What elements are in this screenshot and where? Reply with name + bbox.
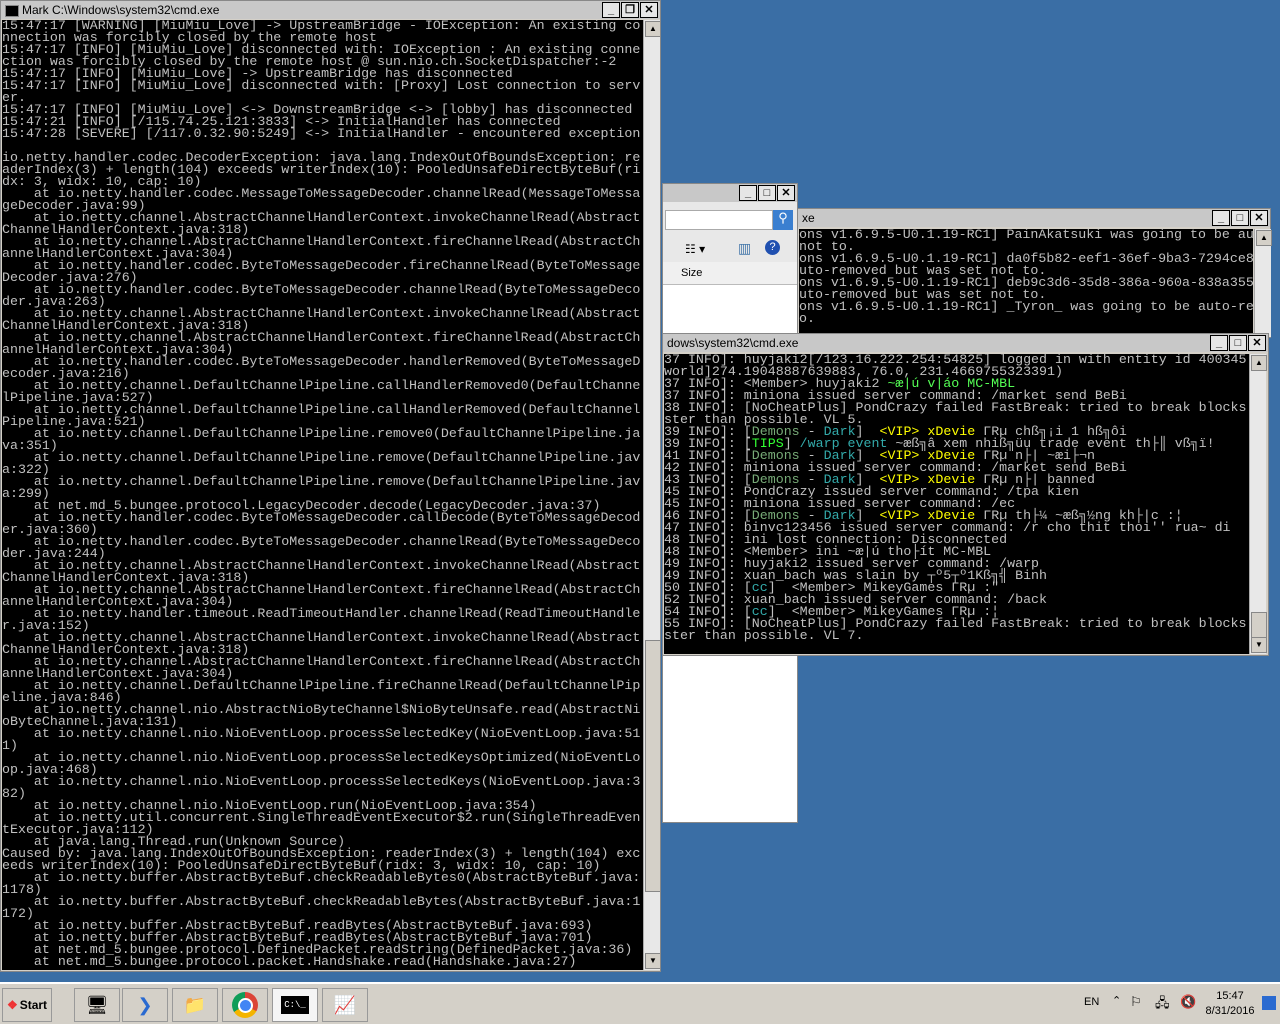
start-button[interactable]: ❖ Start <box>2 988 52 1022</box>
network-icon[interactable]: 🖧 <box>1155 994 1170 1016</box>
console-line: 15:47:17 [INFO] [MiuMiu_Love] disconnect… <box>2 78 641 93</box>
clock-date: 8/31/2016 <box>1205 1005 1255 1017</box>
cmd-window-a[interactable]: xe _ □ ✕ ons v1.6.9.5-U0.1.19-RC1] PainAkat… <box>797 208 1272 338</box>
cmd-icon <box>5 4 19 17</box>
console-line: at io.netty.channel.DefaultChannelPipeli… <box>2 426 641 441</box>
powershell-icon[interactable]: ❯ <box>122 988 168 1022</box>
main-title-bar[interactable]: Mark C:\Windows\system32\cmd.exe _ ❐ ✕ <box>1 1 660 19</box>
minimize-button[interactable]: _ <box>739 185 757 201</box>
console-line: ons v1.6.9.5-U0.1.19-RC1] PainAkatsuki w… <box>799 229 1253 242</box>
console-line: at io.netty.channel.DefaultChannelPipeli… <box>2 474 641 489</box>
scroll-thumb[interactable] <box>1251 612 1267 638</box>
chrome-icon[interactable] <box>222 988 268 1022</box>
scroll-up-button[interactable]: ▲ <box>1256 230 1272 246</box>
close-button[interactable]: ✕ <box>1250 210 1268 226</box>
maximize-button[interactable]: □ <box>758 185 776 201</box>
search-icon[interactable]: ⚲ <box>773 210 793 230</box>
scroll-thumb[interactable] <box>645 640 661 892</box>
help-icon[interactable]: ? <box>765 240 780 255</box>
console-output[interactable]: ons v1.6.9.5-U0.1.19-RC1] PainAkatsuki w… <box>799 229 1253 337</box>
minimize-button[interactable]: _ <box>602 2 620 18</box>
console-line: at io.netty.channel.nio.NioEventLoop.pro… <box>2 726 641 741</box>
preview-pane-icon[interactable]: ▥ <box>738 240 751 257</box>
minimize-button[interactable]: _ <box>1210 335 1228 351</box>
console-line: at io.netty.channel.DefaultChannelPipeli… <box>2 450 641 465</box>
vertical-scrollbar[interactable]: ▲ <box>1254 229 1272 337</box>
console-line: at io.netty.channel.nio.NioEventLoop.pro… <box>2 774 641 789</box>
close-button[interactable]: ✕ <box>640 2 658 18</box>
scroll-up-button[interactable]: ▲ <box>1251 355 1267 371</box>
server-manager-icon[interactable]: 🖥 <box>74 988 120 1022</box>
console-line: 15:47:28 [SEVERE] [/117.0.32.90:5249] <-… <box>2 126 641 141</box>
window-b-title-bar[interactable]: dows\system32\cmd.exe _ □ ✕ <box>663 334 1268 352</box>
windows-logo-icon: ❖ <box>6 998 18 1012</box>
view-options-icon[interactable]: ☷ ▾ <box>685 242 705 256</box>
console-line: at io.netty.handler.timeout.ReadTimeoutH… <box>2 606 641 621</box>
cmd-window-b[interactable]: dows\system32\cmd.exe _ □ ✕ 37 INFO]: huyja… <box>662 333 1269 656</box>
main-cmd-window[interactable]: Mark C:\Windows\system32\cmd.exe _ ❐ ✕ 15:… <box>0 0 661 972</box>
console-line: at io.netty.buffer.AbstractByteBuf.check… <box>2 894 641 909</box>
console-line: at io.netty.handler.codec.ByteToMessageD… <box>2 510 641 525</box>
maximize-button[interactable]: □ <box>1229 335 1247 351</box>
console-line: at io.netty.buffer.AbstractByteBuf.check… <box>2 870 641 885</box>
show-desktop-button[interactable] <box>1262 996 1276 1010</box>
console-output[interactable]: 37 INFO]: huyjaki2[/123.16.222.254:54825… <box>664 354 1249 654</box>
scroll-down-button[interactable]: ▼ <box>1251 637 1267 653</box>
restore-button[interactable]: ❐ <box>621 2 639 18</box>
volume-muted-icon[interactable]: 🔇 <box>1180 994 1196 1010</box>
show-hidden-icons-button[interactable]: ⌃ <box>1112 994 1121 1007</box>
console-output[interactable]: 15:47:17 [WARNING] [MiuMiu_Love] -> Upst… <box>2 20 643 970</box>
scroll-down-button[interactable]: ▼ <box>645 953 661 969</box>
start-label: Start <box>19 998 48 1012</box>
explorer-title-bar[interactable]: _ □ ✕ <box>663 184 797 202</box>
column-header-size[interactable]: Size <box>663 262 797 285</box>
window-title: dows\system32\cmd.exe <box>667 336 799 350</box>
maximize-button[interactable]: □ <box>1231 210 1249 226</box>
console-line: o. <box>799 311 815 326</box>
explorer-icon[interactable]: 📁 <box>172 988 218 1022</box>
action-center-flag-icon[interactable]: ⚐ <box>1130 994 1142 1010</box>
search-input[interactable] <box>665 210 773 230</box>
window-title: xe <box>802 211 815 225</box>
console-line: at io.netty.channel.nio.NioEventLoop.pro… <box>2 750 641 765</box>
vertical-scrollbar[interactable]: ▲ ▼ <box>643 20 661 970</box>
console-line: ons v1.6.9.5-U0.1.19-RC1] _Tyron_ was go… <box>799 299 1253 314</box>
console-line: ster than possible. VL 7. <box>664 628 864 643</box>
clock[interactable]: 15:47 8/31/2016 <box>1200 989 1260 1019</box>
cmd-taskbar-icon[interactable]: C:\_ <box>272 988 318 1022</box>
language-indicator[interactable]: EN <box>1084 996 1099 1008</box>
close-button[interactable]: ✕ <box>777 185 795 201</box>
minimize-button[interactable]: _ <box>1212 210 1230 226</box>
console-line: at net.md_5.bungee.protocol.packet.Hands… <box>2 954 577 969</box>
window-a-title-bar[interactable]: xe _ □ ✕ <box>798 209 1270 227</box>
vertical-scrollbar[interactable]: ▲ ▼ <box>1249 354 1267 654</box>
window-title: Mark C:\Windows\system32\cmd.exe <box>22 3 220 17</box>
scroll-up-button[interactable]: ▲ <box>645 21 661 37</box>
close-button[interactable]: ✕ <box>1248 335 1266 351</box>
performance-monitor-icon[interactable]: 📈 <box>322 988 368 1022</box>
taskbar: ❖ Start 🖥 ❯ 📁 C:\_ 📈 EN ⌃ ⚐ 🖧 🔇 15:47 8/31… <box>0 982 1280 1024</box>
clock-time: 15:47 <box>1216 990 1244 1002</box>
